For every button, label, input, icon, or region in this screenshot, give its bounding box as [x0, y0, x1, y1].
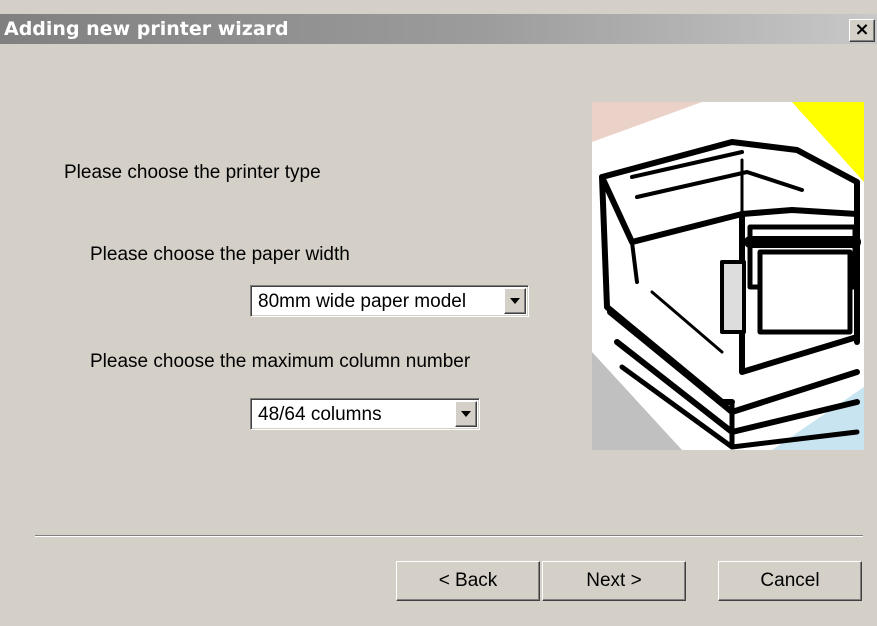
title-bar: Adding new printer wizard × — [0, 14, 877, 44]
window-title: Adding new printer wizard — [4, 18, 289, 40]
printer-icon — [592, 102, 864, 450]
printer-illustration — [592, 102, 864, 450]
chevron-down-icon[interactable] — [504, 288, 526, 314]
cancel-button[interactable]: Cancel — [718, 561, 862, 601]
max-columns-selected-value: 48/64 columns — [258, 404, 382, 425]
wizard-window: Adding new printer wizard × Please choos… — [0, 0, 877, 626]
paper-width-label: Please choose the paper width — [90, 244, 350, 265]
chevron-down-icon[interactable] — [455, 401, 477, 427]
back-button[interactable]: < Back — [396, 561, 540, 601]
close-button[interactable]: × — [849, 19, 875, 42]
paper-width-selected-value: 80mm wide paper model — [258, 291, 467, 312]
max-columns-label: Please choose the maximum column number — [90, 351, 471, 372]
max-columns-dropdown[interactable]: 48/64 columns — [250, 398, 480, 430]
printer-type-label: Please choose the printer type — [64, 162, 321, 183]
next-button[interactable]: Next > — [542, 561, 686, 601]
footer-separator — [35, 535, 863, 537]
paper-width-dropdown[interactable]: 80mm wide paper model — [250, 285, 529, 317]
